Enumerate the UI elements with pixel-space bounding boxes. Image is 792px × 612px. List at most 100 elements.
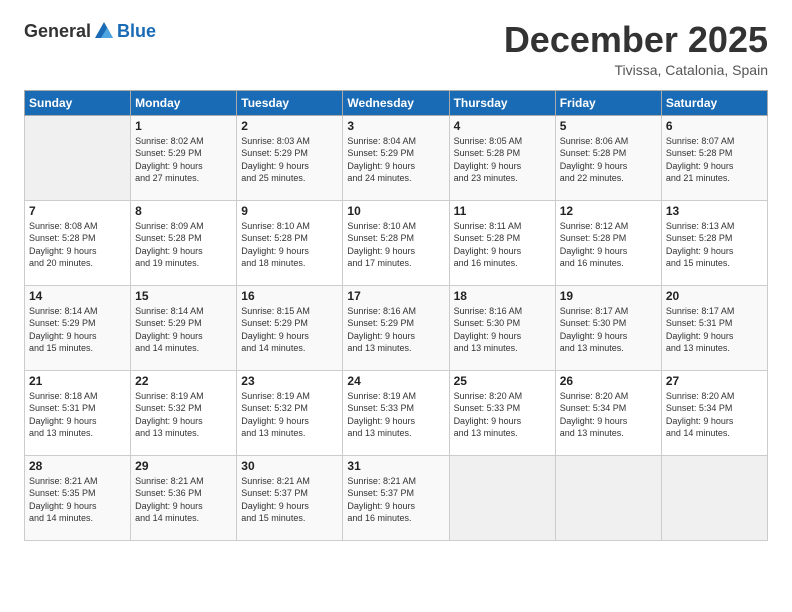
day-info: Sunrise: 8:21 AM Sunset: 5:37 PM Dayligh… (241, 475, 338, 525)
day-cell: 18 Sunrise: 8:16 AM Sunset: 5:30 PM Dayli… (449, 285, 555, 370)
day-number: 23 (241, 374, 338, 388)
day-number: 11 (454, 204, 551, 218)
day-cell: 13 Sunrise: 8:13 AM Sunset: 5:28 PM Dayli… (661, 200, 767, 285)
day-number: 27 (666, 374, 763, 388)
day-cell: 9Sunrise: 8:10 AM Sunset: 5:28 PM Daylig… (237, 200, 343, 285)
day-number: 6 (666, 119, 763, 133)
header-cell-thursday: Thursday (449, 90, 555, 115)
header-cell-wednesday: Wednesday (343, 90, 449, 115)
day-info: Sunrise: 8:07 AM Sunset: 5:28 PM Dayligh… (666, 135, 763, 185)
day-cell (449, 455, 555, 540)
day-cell: 24 Sunrise: 8:19 AM Sunset: 5:33 PM Dayli… (343, 370, 449, 455)
logo-text: General Blue (24, 20, 156, 42)
day-cell: 20 Sunrise: 8:17 AM Sunset: 5:31 PM Dayli… (661, 285, 767, 370)
header-cell-saturday: Saturday (661, 90, 767, 115)
location: Tivissa, Catalonia, Spain (504, 62, 768, 78)
day-info: Sunrise: 8:19 AM Sunset: 5:32 PM Dayligh… (135, 390, 232, 440)
day-info: Sunrise: 8:06 AM Sunset: 5:28 PM Dayligh… (560, 135, 657, 185)
day-cell: 12 Sunrise: 8:12 AM Sunset: 5:28 PM Dayli… (555, 200, 661, 285)
day-cell (661, 455, 767, 540)
logo: General Blue (24, 20, 156, 42)
week-row-1: 7 Sunrise: 8:08 AM Sunset: 5:28 PM Daylig… (25, 200, 768, 285)
day-number: 12 (560, 204, 657, 218)
day-number: 4 (454, 119, 551, 133)
day-info: Sunrise: 8:15 AM Sunset: 5:29 PM Dayligh… (241, 305, 338, 355)
day-cell: 29Sunrise: 8:21 AM Sunset: 5:36 PM Dayli… (131, 455, 237, 540)
day-info: Sunrise: 8:12 AM Sunset: 5:28 PM Dayligh… (560, 220, 657, 270)
day-info: Sunrise: 8:10 AM Sunset: 5:28 PM Dayligh… (347, 220, 444, 270)
header: General Blue December 2025 Tivissa, Cata… (24, 20, 768, 78)
day-info: Sunrise: 8:10 AM Sunset: 5:28 PM Dayligh… (241, 220, 338, 270)
week-row-4: 28Sunrise: 8:21 AM Sunset: 5:35 PM Dayli… (25, 455, 768, 540)
day-cell: 1Sunrise: 8:02 AM Sunset: 5:29 PM Daylig… (131, 115, 237, 200)
day-info: Sunrise: 8:03 AM Sunset: 5:29 PM Dayligh… (241, 135, 338, 185)
day-info: Sunrise: 8:20 AM Sunset: 5:34 PM Dayligh… (560, 390, 657, 440)
day-number: 13 (666, 204, 763, 218)
day-number: 5 (560, 119, 657, 133)
day-info: Sunrise: 8:20 AM Sunset: 5:34 PM Dayligh… (666, 390, 763, 440)
day-cell: 3 Sunrise: 8:04 AM Sunset: 5:29 PM Daylig… (343, 115, 449, 200)
day-number: 30 (241, 459, 338, 473)
day-number: 8 (135, 204, 232, 218)
day-info: Sunrise: 8:21 AM Sunset: 5:35 PM Dayligh… (29, 475, 126, 525)
day-cell: 5 Sunrise: 8:06 AM Sunset: 5:28 PM Daylig… (555, 115, 661, 200)
week-row-2: 14Sunrise: 8:14 AM Sunset: 5:29 PM Dayli… (25, 285, 768, 370)
day-cell: 16Sunrise: 8:15 AM Sunset: 5:29 PM Dayli… (237, 285, 343, 370)
day-cell: 31 Sunrise: 8:21 AM Sunset: 5:37 PM Dayli… (343, 455, 449, 540)
calendar: SundayMondayTuesdayWednesdayThursdayFrid… (24, 90, 768, 541)
day-info: Sunrise: 8:11 AM Sunset: 5:28 PM Dayligh… (454, 220, 551, 270)
logo-general: General (24, 21, 91, 42)
day-cell: 10 Sunrise: 8:10 AM Sunset: 5:28 PM Dayli… (343, 200, 449, 285)
day-number: 3 (347, 119, 444, 133)
day-info: Sunrise: 8:18 AM Sunset: 5:31 PM Dayligh… (29, 390, 126, 440)
day-info: Sunrise: 8:17 AM Sunset: 5:30 PM Dayligh… (560, 305, 657, 355)
day-number: 31 (347, 459, 444, 473)
day-number: 2 (241, 119, 338, 133)
day-cell (25, 115, 131, 200)
calendar-header: SundayMondayTuesdayWednesdayThursdayFrid… (25, 90, 768, 115)
day-cell: 6 Sunrise: 8:07 AM Sunset: 5:28 PM Daylig… (661, 115, 767, 200)
day-cell: 25Sunrise: 8:20 AM Sunset: 5:33 PM Dayli… (449, 370, 555, 455)
header-cell-friday: Friday (555, 90, 661, 115)
header-cell-sunday: Sunday (25, 90, 131, 115)
day-info: Sunrise: 8:09 AM Sunset: 5:28 PM Dayligh… (135, 220, 232, 270)
day-cell: 21 Sunrise: 8:18 AM Sunset: 5:31 PM Dayli… (25, 370, 131, 455)
page: General Blue December 2025 Tivissa, Cata… (0, 0, 792, 612)
day-number: 29 (135, 459, 232, 473)
day-number: 10 (347, 204, 444, 218)
day-cell: 8 Sunrise: 8:09 AM Sunset: 5:28 PM Daylig… (131, 200, 237, 285)
day-number: 20 (666, 289, 763, 303)
day-info: Sunrise: 8:08 AM Sunset: 5:28 PM Dayligh… (29, 220, 126, 270)
logo-icon (93, 20, 115, 42)
day-cell: 30 Sunrise: 8:21 AM Sunset: 5:37 PM Dayli… (237, 455, 343, 540)
day-info: Sunrise: 8:14 AM Sunset: 5:29 PM Dayligh… (135, 305, 232, 355)
day-number: 18 (454, 289, 551, 303)
day-cell: 26Sunrise: 8:20 AM Sunset: 5:34 PM Dayli… (555, 370, 661, 455)
day-cell (555, 455, 661, 540)
day-cell: 23Sunrise: 8:19 AM Sunset: 5:32 PM Dayli… (237, 370, 343, 455)
day-number: 15 (135, 289, 232, 303)
day-number: 24 (347, 374, 444, 388)
day-cell: 14Sunrise: 8:14 AM Sunset: 5:29 PM Dayli… (25, 285, 131, 370)
day-number: 21 (29, 374, 126, 388)
day-info: Sunrise: 8:04 AM Sunset: 5:29 PM Dayligh… (347, 135, 444, 185)
header-cell-tuesday: Tuesday (237, 90, 343, 115)
day-cell: 27 Sunrise: 8:20 AM Sunset: 5:34 PM Dayli… (661, 370, 767, 455)
header-cell-monday: Monday (131, 90, 237, 115)
day-info: Sunrise: 8:21 AM Sunset: 5:37 PM Dayligh… (347, 475, 444, 525)
day-info: Sunrise: 8:16 AM Sunset: 5:30 PM Dayligh… (454, 305, 551, 355)
day-info: Sunrise: 8:13 AM Sunset: 5:28 PM Dayligh… (666, 220, 763, 270)
logo-blue: Blue (117, 21, 156, 42)
title-block: December 2025 Tivissa, Catalonia, Spain (504, 20, 768, 78)
day-info: Sunrise: 8:02 AM Sunset: 5:29 PM Dayligh… (135, 135, 232, 185)
week-row-3: 21 Sunrise: 8:18 AM Sunset: 5:31 PM Dayli… (25, 370, 768, 455)
day-info: Sunrise: 8:19 AM Sunset: 5:33 PM Dayligh… (347, 390, 444, 440)
day-cell: 4Sunrise: 8:05 AM Sunset: 5:28 PM Daylig… (449, 115, 555, 200)
day-number: 25 (454, 374, 551, 388)
month-title: December 2025 (504, 20, 768, 60)
day-number: 7 (29, 204, 126, 218)
day-cell: 17Sunrise: 8:16 AM Sunset: 5:29 PM Dayli… (343, 285, 449, 370)
day-cell: 15 Sunrise: 8:14 AM Sunset: 5:29 PM Dayli… (131, 285, 237, 370)
day-info: Sunrise: 8:17 AM Sunset: 5:31 PM Dayligh… (666, 305, 763, 355)
header-row: SundayMondayTuesdayWednesdayThursdayFrid… (25, 90, 768, 115)
